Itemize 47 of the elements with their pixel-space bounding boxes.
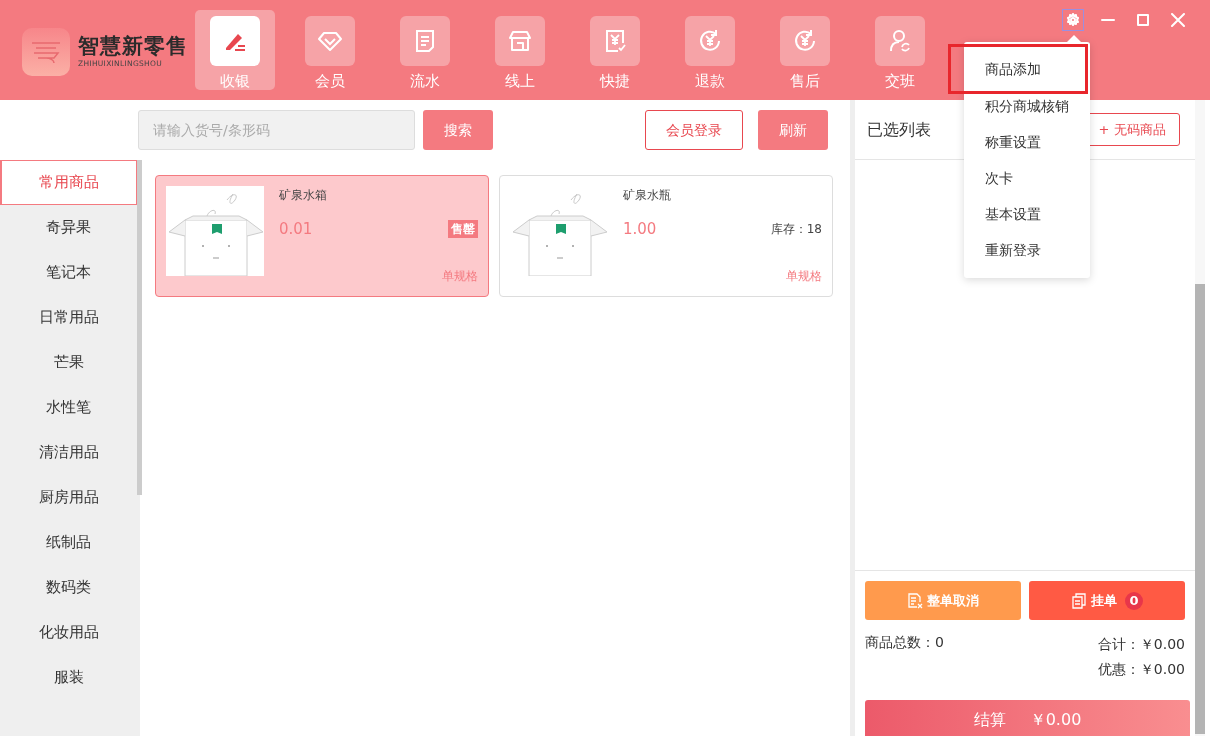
product-spec: 单规格: [442, 269, 478, 283]
member-login-button[interactable]: 会员登录: [645, 110, 743, 150]
category-item[interactable]: 纸制品: [0, 520, 137, 565]
app-name: 智慧新零售: [78, 34, 188, 58]
menu-item[interactable]: 重新登录: [964, 232, 1090, 268]
discount: 优惠：￥0.00: [1097, 660, 1185, 679]
store-icon: [507, 28, 533, 54]
sold-out-tag: 售罄: [448, 220, 478, 239]
category-item[interactable]: 化妆用品: [0, 610, 137, 655]
product-card[interactable]: 矿泉水瓶 1.00 库存：18 单规格: [499, 175, 833, 297]
category-item[interactable]: 日常用品: [0, 295, 137, 340]
category-item[interactable]: 水性笔: [0, 385, 137, 430]
product-name: 矿泉水箱: [279, 187, 328, 204]
category-item[interactable]: 数码类: [0, 565, 137, 610]
category-item[interactable]: 奇异果: [0, 205, 137, 250]
item-count: 商品总数：0: [865, 633, 944, 652]
category-item[interactable]: 芒果: [0, 340, 137, 385]
category-item[interactable]: 常用商品: [0, 160, 137, 205]
subtotal: 合计：￥0.00: [1097, 635, 1185, 654]
settings-button[interactable]: [1062, 9, 1084, 31]
product-price: 0.01: [279, 219, 313, 240]
product-name: 矿泉水瓶: [623, 187, 672, 204]
documents-icon: [1071, 592, 1087, 609]
category-item[interactable]: 笔记本: [0, 250, 137, 295]
maximize-icon: [1136, 13, 1150, 27]
product-spec: 单规格: [786, 269, 822, 283]
menu-item[interactable]: 次卡: [964, 160, 1090, 196]
settings-icon: [1066, 13, 1080, 27]
category-item[interactable]: 服装: [0, 655, 137, 700]
user-swap-icon: [887, 28, 913, 54]
hold-count-badge: 0: [1125, 591, 1143, 610]
yen-refund-icon: [792, 28, 818, 54]
scrollbar[interactable]: [1195, 284, 1205, 734]
yen-refund-icon: [697, 28, 723, 54]
menu-item[interactable]: 基本设置: [964, 196, 1090, 232]
document-cancel-icon: [907, 592, 923, 609]
product-card[interactable]: 矿泉水箱 0.01 售罄 单规格: [155, 175, 489, 297]
logo-icon: [22, 28, 70, 76]
search-field[interactable]: 请输入货号/条形码: [138, 110, 415, 150]
panel-title: 已选列表: [867, 118, 931, 141]
close-icon: [1171, 13, 1185, 27]
category-item[interactable]: 厨房用品: [0, 475, 137, 520]
stock-count: 库存：18: [770, 221, 822, 239]
category-item[interactable]: 清洁用品: [0, 430, 137, 475]
product-price: 1.00: [623, 219, 657, 240]
scrollbar[interactable]: [137, 160, 142, 495]
hold-order-button[interactable]: 挂单 0: [1029, 581, 1185, 620]
